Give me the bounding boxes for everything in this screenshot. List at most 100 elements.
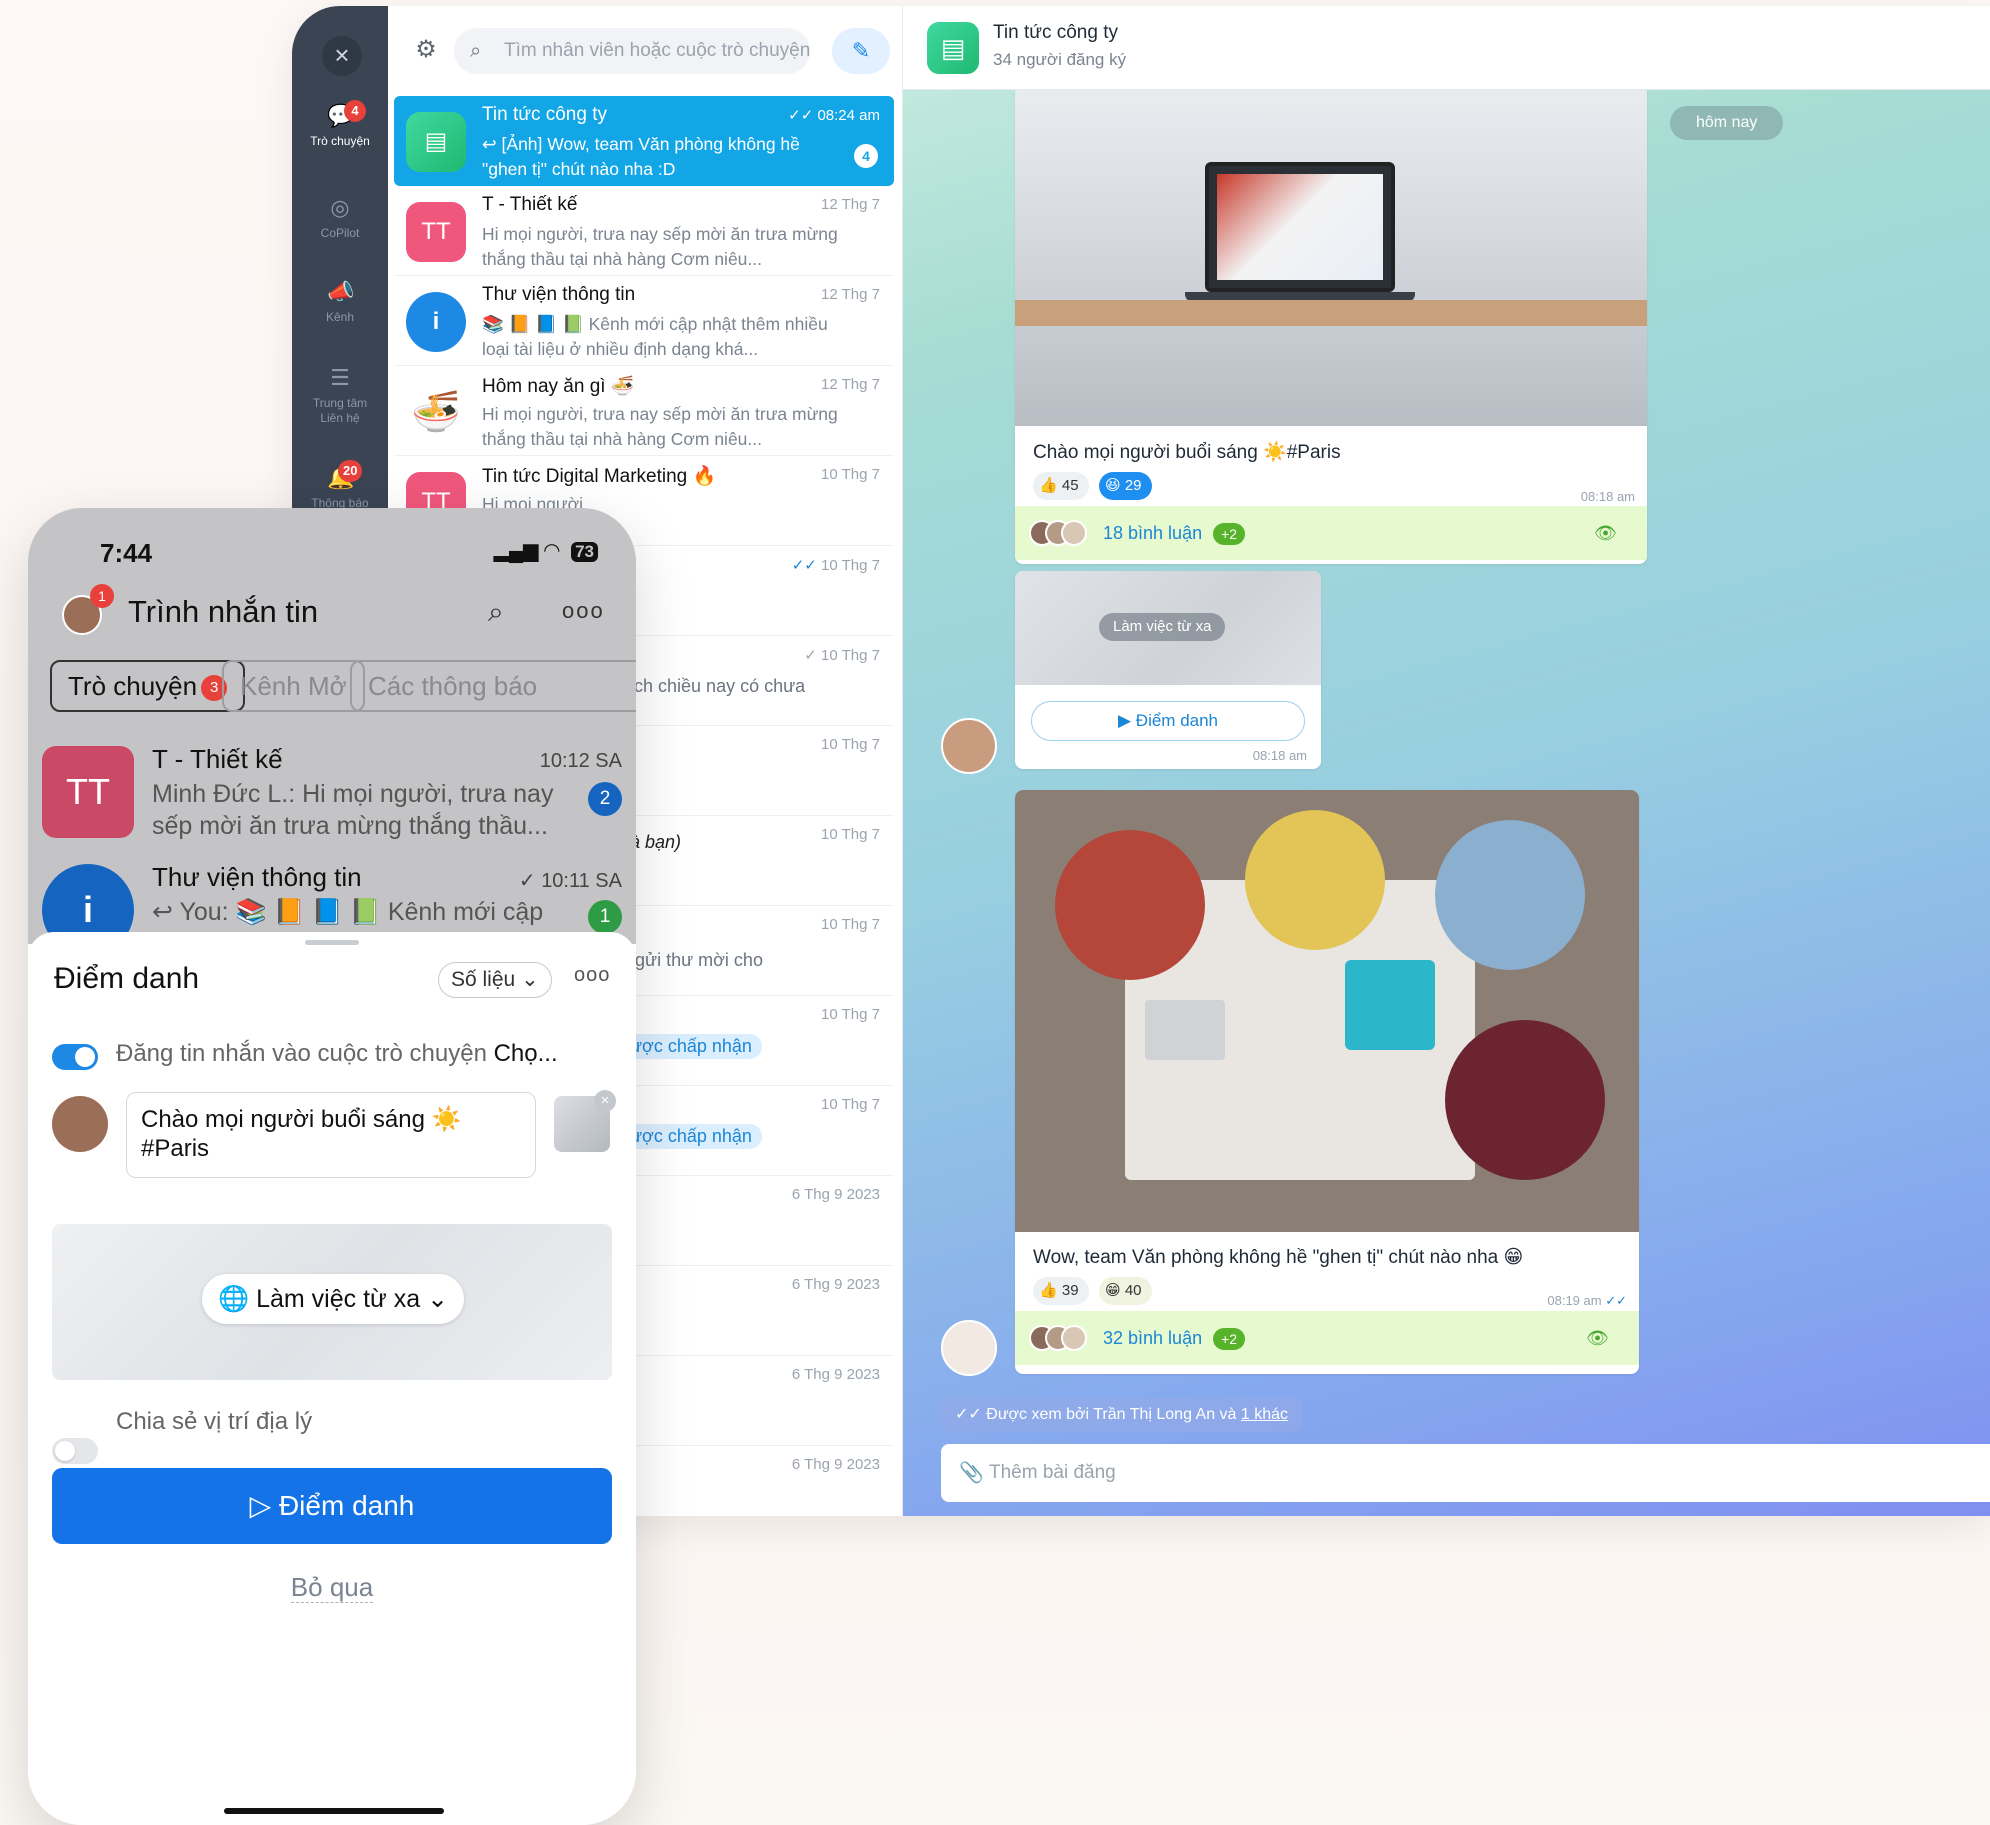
conversation-preview: ã gửi thư mời cho	[620, 950, 763, 970]
post-image[interactable]	[1015, 790, 1639, 1232]
conversation-name: Thư viện thông tin	[482, 284, 636, 305]
rail-item-channel[interactable]: 📣 Kênh	[292, 280, 388, 325]
compose-button[interactable]: ✎	[832, 28, 890, 74]
map-preview: Làm việc từ xa	[1015, 571, 1321, 685]
post-time: 08:19 am ✓✓	[1547, 1293, 1627, 1308]
conversation-preview: 📚 📙 📘 📗 Kênh mới cập nhật thêm nhiều loạ…	[482, 314, 828, 359]
unread-count: 2	[588, 782, 622, 816]
comments-bar[interactable]: 32 bình luận +2 👁	[1015, 1311, 1639, 1365]
post-time: 08:18 am	[1580, 489, 1635, 504]
conversation-time: 10 Thg 7	[821, 1006, 880, 1023]
wifi-icon: ◠	[544, 540, 560, 562]
conversation-time: 12 Thg 7	[821, 196, 880, 213]
tab-label: Kênh Mở	[240, 671, 347, 701]
laptop-image	[1145, 1000, 1225, 1060]
laptop-image	[1205, 162, 1395, 292]
search-icon[interactable]: ⌕	[488, 596, 504, 629]
conversation-time: 6 Thg 9 2023	[791, 1276, 880, 1293]
conversation-item[interactable]: i Thư viện thông tin 12 Thg 7 📚 📙 📘 📗 Kê…	[394, 276, 894, 366]
conversation-name: Tin tức Digital Marketing 🔥	[482, 466, 717, 487]
wooden-shelf	[1015, 300, 1647, 326]
tab-chat[interactable]: Trò chuyện 3	[50, 660, 246, 712]
checkin-button[interactable]: ▶ Điểm danh	[1031, 701, 1305, 741]
person-plaid-shirt	[1055, 830, 1205, 980]
haha-reaction[interactable]: 😆 29	[1099, 472, 1152, 500]
metric-select[interactable]: Số liệu ⌄	[438, 962, 552, 998]
more-icon[interactable]: ooo	[574, 964, 610, 987]
avatar[interactable]	[941, 1320, 997, 1376]
post-caption: Chào mọi người buổi sáng ☀️#Paris	[1033, 442, 1341, 463]
conversation-time: 10:12 SA	[539, 750, 622, 772]
post-image[interactable]	[1015, 90, 1647, 426]
seen-by-more-link[interactable]: 1 khác	[1241, 1406, 1288, 1423]
paperclip-icon[interactable]: 📎	[959, 1444, 984, 1502]
play-icon: ▷	[249, 1490, 272, 1521]
channel-post[interactable]: Chào mọi người buổi sáng ☀️#Paris 👍 45 😆…	[1015, 90, 1647, 564]
channel-avatar-icon: ▤	[927, 22, 979, 74]
noodle-bowl-icon: 🍜	[406, 382, 466, 442]
eye-icon[interactable]: 👁	[1594, 506, 1617, 560]
rail-item-chat[interactable]: 💬 Trò chuyện 4	[292, 100, 388, 148]
contact-center-icon: ☰	[330, 365, 350, 390]
seen-by-indicator: ✓✓ Được xem bởi Trần Thị Long An và 1 kh…	[941, 1398, 1303, 1432]
reaction-row: 👍 39 😁 40 08:19 am ✓✓	[1015, 1277, 1639, 1311]
comments-bar[interactable]: 18 bình luận +2 👁	[1015, 506, 1647, 560]
commenter-avatars	[1029, 520, 1093, 546]
chat-panel: ▤ Tin tức công ty 34 người đăng ký hôm n…	[903, 6, 1990, 1516]
rail-item-notifications[interactable]: 🔔 Thông báo 20	[292, 460, 388, 510]
edit-icon: ✎	[851, 38, 871, 63]
search-icon: ⌕	[470, 40, 482, 62]
tab-notifications[interactable]: Các thông báo	[350, 660, 636, 712]
like-reaction[interactable]: 👍 45	[1033, 472, 1089, 500]
status-pill-wrap: ược chấp nhận	[620, 1124, 762, 1149]
checkin-submit-button[interactable]: ▷ Điểm danh	[52, 1468, 612, 1544]
close-icon[interactable]: ×	[594, 1090, 616, 1112]
more-icon[interactable]: ooo	[562, 598, 605, 624]
rail-item-label: Trung tâm Liên hệ	[312, 396, 368, 425]
conversation-item[interactable]: ▤ Tin tức công ty ✓✓ 08:24 am ↩ [Ảnh] Wo…	[394, 96, 894, 186]
conversation-item[interactable]: 🍜 Hôm nay ăn gì 🍜 12 Thg 7 Hi mọi người,…	[394, 366, 894, 456]
battery-icon: 73	[571, 542, 598, 562]
conversation-avatar: TT	[42, 746, 134, 838]
like-reaction[interactable]: 👍 39	[1033, 1277, 1089, 1305]
accepted-pill: ược chấp nhận	[620, 1034, 762, 1059]
chat-target-select[interactable]: Chọ...	[494, 1040, 558, 1067]
post-composer-input[interactable]: 📎 Thêm bài đăng	[941, 1444, 1990, 1502]
conversation-time: ✓✓ 08:24 am	[788, 107, 880, 124]
grin-reaction[interactable]: 😁 40	[1099, 1277, 1152, 1305]
unread-badge: 4	[344, 100, 366, 122]
search-input[interactable]: ⌕ Tìm nhân viên hoặc cuộc trò chuyện	[454, 28, 810, 74]
conversation-time: ✓ 10:11 SA	[518, 870, 622, 892]
chat-subtitle: 34 người đăng ký	[993, 50, 1127, 69]
eye-icon[interactable]: 👁	[1586, 1311, 1609, 1365]
sheet-grabber[interactable]	[305, 940, 359, 945]
checkin-message-input[interactable]: Chào mọi người buổi sáng ☀️ #Paris	[126, 1092, 536, 1178]
avatar[interactable]	[941, 718, 997, 774]
signal-icon: ▂▄▆	[493, 540, 539, 562]
conversation-preview: ạch chiều nay có chưa	[624, 676, 806, 696]
conversation-time: 6 Thg 9 2023	[791, 1186, 880, 1203]
comment-count: 32 bình luận	[1103, 1328, 1203, 1348]
phone-dimmed-background: 7:44 ▂▄▆ ◠ 73 1 Trình nhắn tin ⌕ ooo Trò…	[28, 508, 636, 958]
conversation-time: 6 Thg 9 2023	[791, 1366, 880, 1383]
channel-post[interactable]: Wow, team Văn phòng không hề "ghen tị" c…	[1015, 790, 1639, 1374]
conversation-item[interactable]: TT T - Thiết kế 10:12 SA Minh Đức L.: Hi…	[28, 736, 636, 840]
tab-open-channels[interactable]: Kênh Mở	[222, 660, 365, 712]
checkin-bottom-sheet: Điểm danh Số liệu ⌄ ooo Đăng tin nhắn và…	[28, 932, 636, 1825]
conversation-time: 12 Thg 7	[821, 376, 880, 393]
avatar	[1061, 1325, 1087, 1351]
filter-icon[interactable]: ⚙	[410, 34, 442, 66]
close-icon[interactable]: ×	[322, 36, 362, 76]
notebook-image	[1345, 960, 1435, 1050]
checkin-card: Làm việc từ xa ▶ Điểm danh 08:18 am	[1015, 571, 1321, 769]
rail-item-copilot[interactable]: ◎ CoPilot	[292, 196, 388, 241]
more-commenters: +2	[1213, 1328, 1246, 1351]
post-to-chat-toggle[interactable]	[52, 1044, 98, 1070]
skip-button[interactable]: Bỏ qua	[28, 1572, 636, 1603]
status-icons: ▂▄▆ ◠ 73	[494, 538, 598, 563]
rail-item-contact-center[interactable]: ☰ Trung tâm Liên hệ	[292, 366, 388, 426]
location-select[interactable]: 🌐 Làm việc từ xa ⌄	[202, 1274, 465, 1324]
share-location-toggle[interactable]	[52, 1438, 98, 1464]
accepted-pill: ược chấp nhận	[620, 1124, 762, 1149]
conversation-item[interactable]: TT T - Thiết kế 12 Thg 7 Hi mọi người, t…	[394, 186, 894, 276]
